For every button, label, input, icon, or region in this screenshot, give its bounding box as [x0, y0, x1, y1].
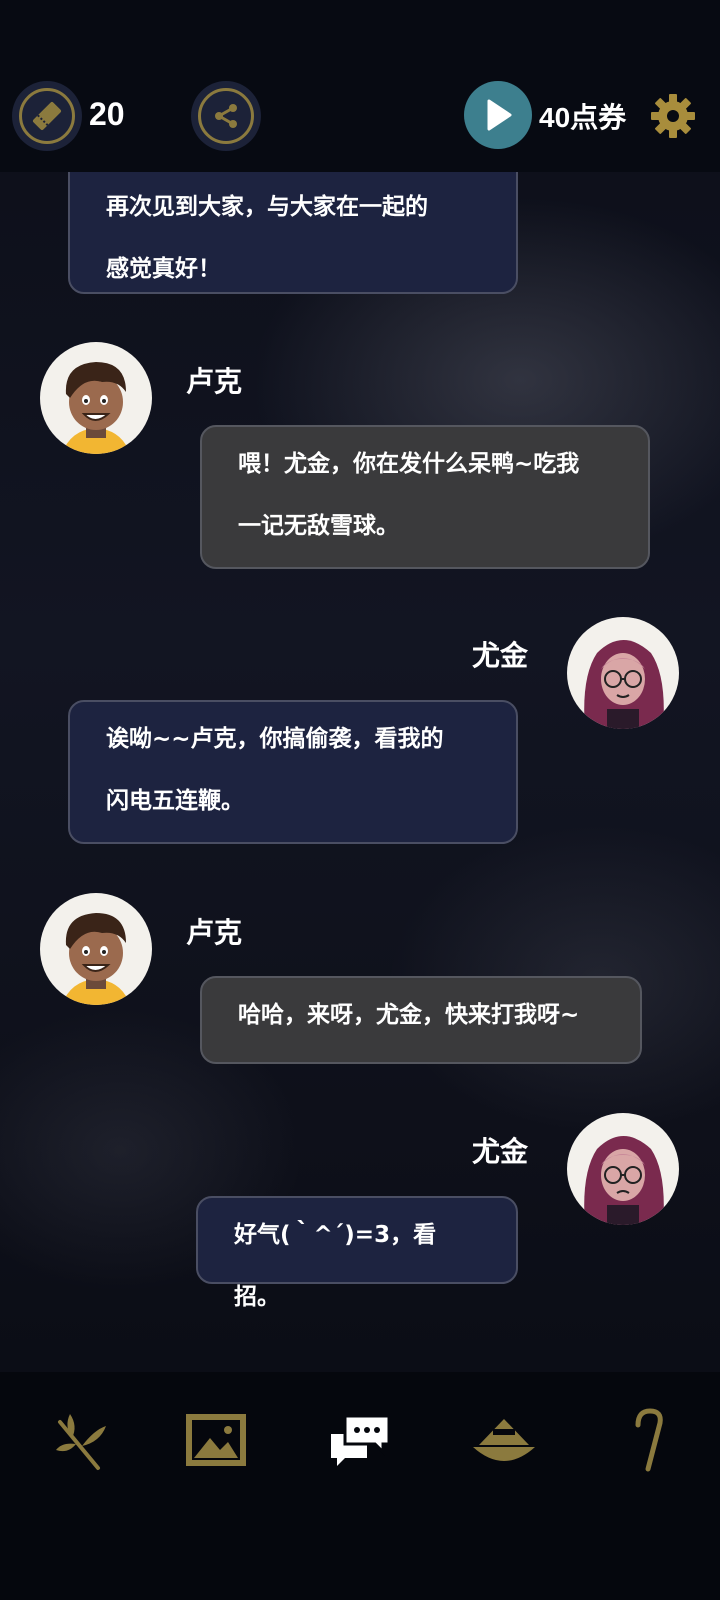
message-bubble: 哈哈，来呀，尤金，快来打我呀~ [200, 976, 642, 1064]
watch-ad-button[interactable] [464, 81, 532, 149]
message-line: 感觉真好！ [106, 256, 221, 282]
share-icon [215, 104, 237, 128]
play-icon [487, 99, 512, 131]
luke-avatar-icon [62, 913, 130, 1005]
message-line: 闪电五连鞭。 [106, 788, 244, 814]
nav-gallery[interactable] [180, 1404, 252, 1476]
nav-cane[interactable] [612, 1404, 684, 1476]
message-bubble: 诶呦~~卢克，你搞偷袭，看我的 闪电五连鞭。 [68, 700, 518, 844]
speaker-name: 尤金 [472, 1135, 529, 1168]
ticket-count: 20 [89, 96, 125, 132]
message-bubble: 喂！尤金，你在发什么呆鸭~吃我 一记无敌雪球。 [200, 425, 650, 569]
branch-icon [56, 1414, 106, 1470]
gallery-icon [186, 1414, 246, 1466]
message-line: 再次见到大家，与大家在一起的 [106, 194, 428, 220]
ticket-icon [32, 101, 62, 131]
speaker-name: 尤金 [472, 639, 529, 672]
eugene-avatar-icon [584, 1136, 664, 1225]
chat-icon [331, 1414, 391, 1466]
message-line: 一记无敌雪球。 [238, 513, 399, 539]
avatar-luke[interactable] [40, 893, 152, 1005]
avatar-eugene[interactable] [567, 1113, 679, 1225]
hat-icon [473, 1419, 535, 1461]
cane-icon [635, 1408, 663, 1472]
ticket-button[interactable] [12, 81, 82, 151]
bottom-nav [0, 1372, 720, 1600]
speaker-name: 卢克 [186, 365, 243, 398]
top-bar: 20 40点券 [0, 0, 720, 172]
chat-area[interactable]: 再次见到大家，与大家在一起的 感觉真好！ 卢克 喂！尤金，你在发什么呆鸭~吃我 … [0, 0, 720, 1370]
nav-hat[interactable] [468, 1404, 540, 1476]
message-line: 诶呦~~卢克，你搞偷袭，看我的 [106, 726, 444, 752]
nav-chat[interactable] [324, 1404, 396, 1476]
speaker-name: 卢克 [186, 916, 243, 949]
message-line: 哈哈，来呀，尤金，快来打我呀~ [238, 1002, 580, 1028]
points-label: 40点券 [539, 102, 627, 133]
share-button[interactable] [191, 81, 261, 151]
avatar-luke[interactable] [40, 342, 152, 454]
eugene-avatar-icon [584, 640, 664, 729]
message-line: 喂！尤金，你在发什么呆鸭~吃我 [238, 451, 580, 477]
message-line: 好气(｀^´)=3，看招。 [234, 1222, 437, 1310]
luke-avatar-icon [62, 362, 130, 454]
nav-branch[interactable] [44, 1404, 116, 1476]
avatar-eugene[interactable] [567, 617, 679, 729]
message-bubble: 好气(｀^´)=3，看招。 [196, 1196, 518, 1310]
settings-button[interactable] [649, 92, 697, 140]
gear-icon [651, 94, 695, 138]
